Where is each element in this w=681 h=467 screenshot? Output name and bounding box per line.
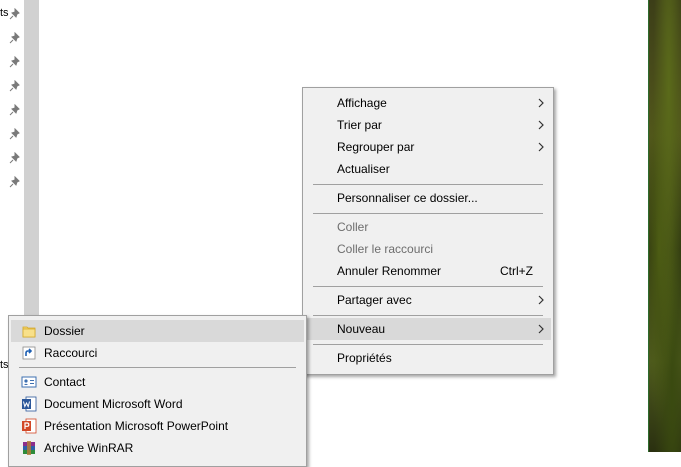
submenu-item-contact[interactable]: Contact: [11, 371, 304, 393]
desktop-wallpaper: [648, 0, 681, 452]
contact-icon: [21, 376, 37, 388]
chevron-right-icon: [538, 324, 544, 334]
menu-item-nouveau[interactable]: Nouveau: [305, 318, 551, 340]
submenu-item-dossier[interactable]: Dossier: [11, 320, 304, 342]
nav-item-label-fragment[interactable]: ts: [0, 7, 9, 19]
context-menu: Affichage Trier par Regrouper par Actual…: [302, 87, 554, 375]
new-submenu: Dossier Raccourci Contact Document Micro…: [8, 315, 307, 467]
menu-separator: [313, 213, 543, 214]
menu-separator: [313, 184, 543, 185]
folder-icon: [22, 326, 36, 338]
chevron-right-icon: [538, 295, 544, 305]
shortcut-icon: [22, 346, 36, 360]
menu-item-trier-par[interactable]: Trier par: [305, 114, 551, 136]
submenu-item-winrar-archive[interactable]: Archive WinRAR: [11, 437, 304, 459]
chevron-right-icon: [538, 98, 544, 108]
pin-icon[interactable]: [9, 104, 21, 116]
chevron-right-icon: [538, 142, 544, 152]
menu-item-partager-avec[interactable]: Partager avec: [305, 289, 551, 311]
menu-separator: [313, 286, 543, 287]
menu-item-proprietes[interactable]: Propriétés: [305, 347, 551, 369]
menu-item-personnaliser[interactable]: Personnaliser ce dossier...: [305, 187, 551, 209]
menu-separator: [313, 344, 543, 345]
menu-item-coller[interactable]: Coller: [305, 216, 551, 238]
menu-item-regrouper-par[interactable]: Regrouper par: [305, 136, 551, 158]
winrar-icon: [23, 441, 35, 455]
submenu-item-raccourci[interactable]: Raccourci: [11, 342, 304, 364]
pin-icon[interactable]: [9, 32, 21, 44]
pin-icon[interactable]: [9, 80, 21, 92]
pin-icon[interactable]: [9, 8, 21, 20]
chevron-right-icon: [538, 120, 544, 130]
pin-icon[interactable]: [9, 56, 21, 68]
pin-icon[interactable]: [9, 128, 21, 140]
submenu-item-powerpoint[interactable]: Présentation Microsoft PowerPoint: [11, 415, 304, 437]
menu-item-coller-raccourci[interactable]: Coller le raccourci: [305, 238, 551, 260]
menu-separator: [19, 367, 296, 368]
word-document-icon: [22, 396, 37, 412]
powerpoint-icon: [22, 418, 37, 434]
submenu-item-word-document[interactable]: Document Microsoft Word: [11, 393, 304, 415]
menu-separator: [313, 315, 543, 316]
menu-item-actualiser[interactable]: Actualiser: [305, 158, 551, 180]
pin-icon[interactable]: [9, 176, 21, 188]
pin-icon[interactable]: [9, 152, 21, 164]
menu-item-annuler-renommer[interactable]: Annuler Renommer Ctrl+Z: [305, 260, 551, 282]
shortcut-label: Ctrl+Z: [500, 264, 533, 278]
menu-item-affichage[interactable]: Affichage: [305, 92, 551, 114]
